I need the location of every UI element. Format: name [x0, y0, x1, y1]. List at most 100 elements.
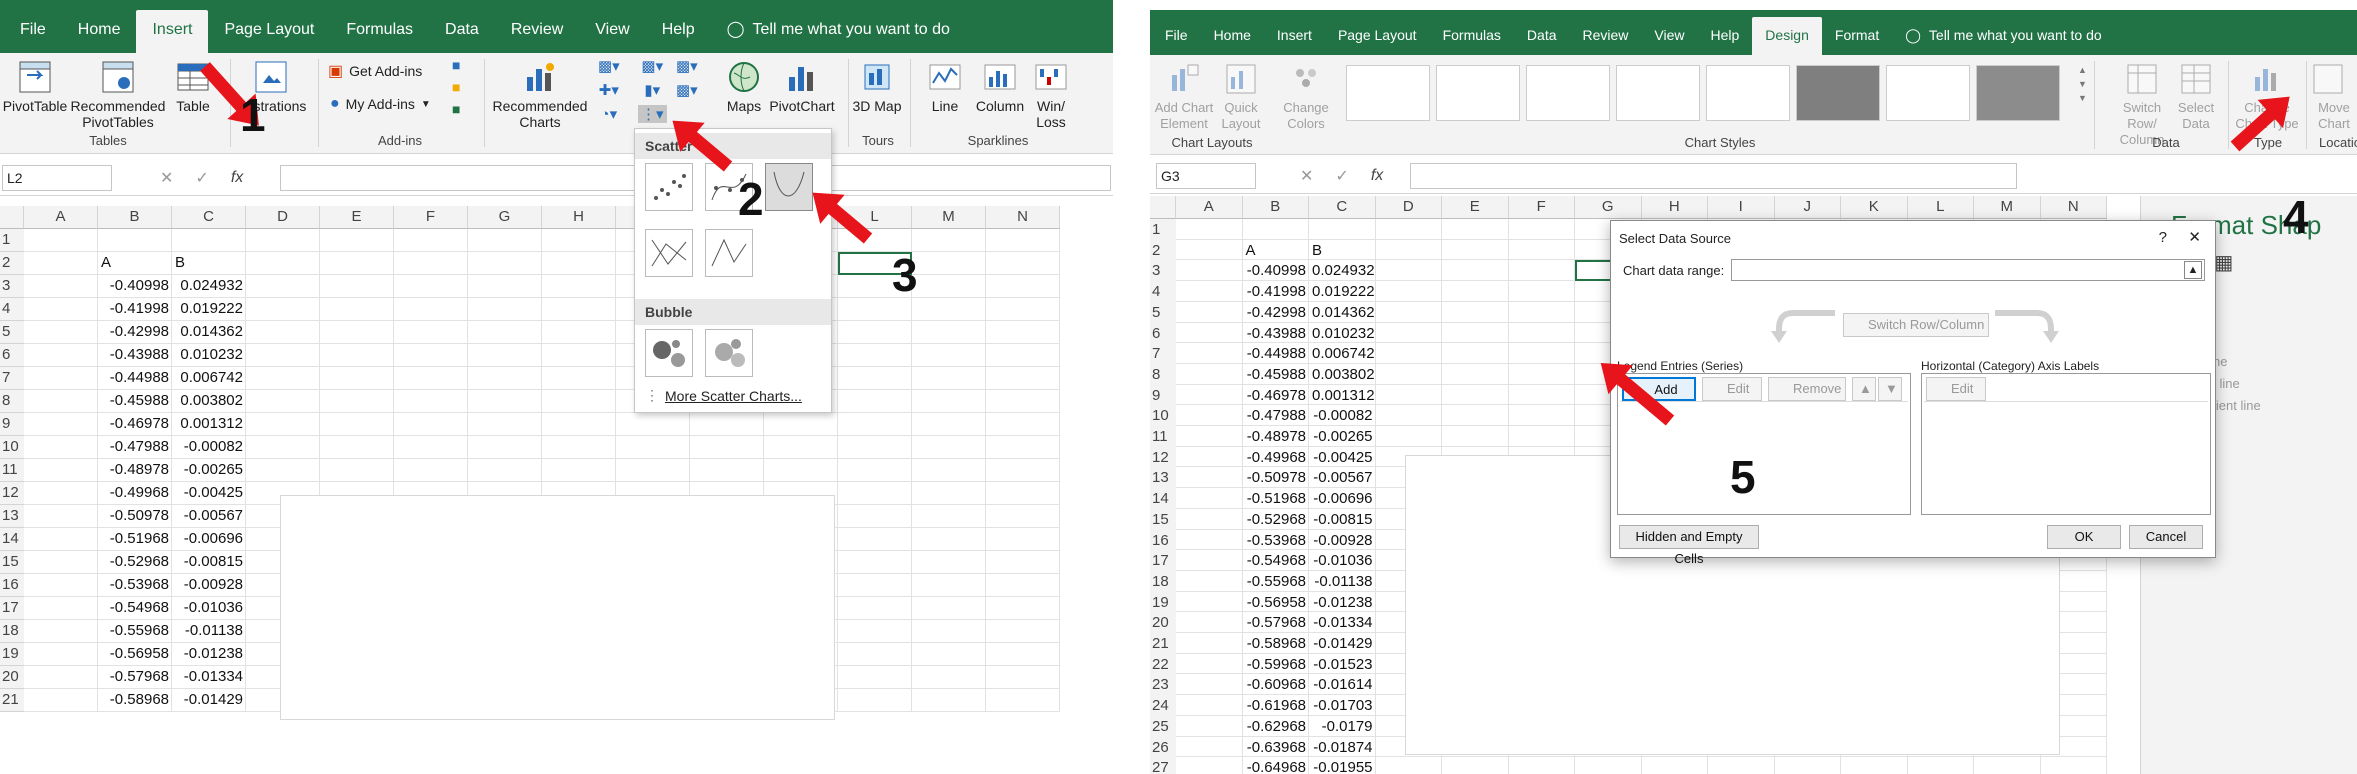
cell-value-a[interactable]: -0.40998	[98, 275, 172, 298]
column-header[interactable]: K	[1841, 196, 1908, 219]
cell-value-b[interactable]: 0.006742	[172, 367, 246, 390]
row-header[interactable]: 8	[0, 390, 24, 413]
tab-home[interactable]: Home	[62, 10, 137, 53]
tab-insert[interactable]: Insert	[1264, 17, 1325, 55]
cell-value-b[interactable]: -0.00265	[1309, 426, 1376, 449]
cell-value-a[interactable]: -0.54968	[1243, 550, 1310, 573]
row-header[interactable]: 20	[0, 666, 24, 689]
tab-help[interactable]: Help	[1698, 17, 1753, 55]
tab-view[interactable]: View	[579, 10, 645, 53]
row-header[interactable]: 7	[0, 367, 24, 390]
row-header[interactable]: 16	[0, 574, 24, 597]
chart-area[interactable]	[280, 495, 835, 720]
cell-value-b[interactable]: -0.01429	[172, 689, 246, 712]
ok-button[interactable]: OK	[2047, 525, 2121, 549]
row-header[interactable]: 15	[1150, 508, 1176, 532]
row-header[interactable]: 17	[0, 597, 24, 620]
row-header[interactable]: 6	[1150, 322, 1176, 346]
waterfall-chart-icon[interactable]: ▩▾	[676, 57, 698, 75]
column-header[interactable]: H	[1641, 196, 1708, 219]
chart-style-7[interactable]	[1886, 65, 1970, 121]
cell-value-b[interactable]: -0.00815	[172, 551, 246, 574]
cell-value-b[interactable]: -0.01703	[1309, 695, 1376, 718]
row-header[interactable]: 16	[1150, 529, 1176, 553]
tab-design[interactable]: Design	[1752, 17, 1822, 55]
statistic-chart-icon[interactable]: ▮▾	[644, 81, 660, 99]
cell-value-a[interactable]: -0.51968	[98, 528, 172, 551]
move-down-button[interactable]: ▼	[1878, 377, 1902, 401]
cell-value-a[interactable]: -0.54968	[98, 597, 172, 620]
cell-value-b[interactable]: 0.006742	[1309, 343, 1376, 366]
cell-value-a[interactable]: -0.42998	[1243, 302, 1310, 325]
cell-value-a[interactable]: -0.53968	[1243, 530, 1310, 553]
row-header[interactable]: 24	[1150, 695, 1176, 719]
cell-value-a[interactable]: -0.57968	[98, 666, 172, 689]
cell-value-a[interactable]: -0.45988	[1243, 364, 1310, 387]
hidden-empty-cells-button[interactable]: Hidden and Empty Cells	[1619, 525, 1759, 566]
pivottable-button[interactable]: PivotTable	[2, 59, 68, 114]
hierarchy-chart-icon[interactable]: ▩▾	[641, 57, 663, 75]
cell-value-b[interactable]: -0.01955	[1309, 757, 1376, 774]
tab-page-layout[interactable]: Page Layout	[208, 10, 330, 53]
cell-value-a[interactable]: -0.50978	[1243, 467, 1310, 490]
chart-style-5[interactable]	[1706, 65, 1790, 121]
cell-value-b[interactable]: 0.019222	[1309, 281, 1376, 304]
bing-icon[interactable]: ■	[452, 57, 460, 73]
scatter-chart-icon[interactable]: ⋮▾	[638, 105, 667, 123]
move-chart-button[interactable]: Move Chart	[2310, 61, 2357, 132]
change-colors-button[interactable]: Change Colors	[1276, 61, 1336, 132]
row-header[interactable]: 7	[1150, 343, 1176, 367]
cell-value-a[interactable]: -0.56958	[1243, 592, 1310, 615]
chart-style-8[interactable]	[1976, 65, 2060, 121]
cell-value-b[interactable]: -0.00425	[172, 482, 246, 505]
column-header[interactable]: N	[2040, 196, 2107, 219]
row-header[interactable]: 22	[1150, 653, 1176, 677]
row-header[interactable]: 2	[0, 252, 24, 275]
cell-header-b[interactable]: B	[1309, 240, 1325, 263]
cell-value-a[interactable]: -0.49968	[1243, 447, 1310, 470]
select-all-corner[interactable]	[1150, 196, 1176, 219]
tab-data[interactable]: Data	[1514, 17, 1570, 55]
row-header[interactable]: 5	[0, 321, 24, 344]
edit-axis-labels-button[interactable]: Edit	[1926, 377, 1986, 401]
cell-value-b[interactable]: 0.010232	[172, 344, 246, 367]
cell-value-a[interactable]: -0.63968	[1243, 737, 1310, 760]
add-chart-element-button[interactable]: Add Chart Element	[1152, 61, 1216, 132]
select-data-button[interactable]: Select Data	[2174, 61, 2218, 132]
row-header[interactable]: 11	[0, 459, 24, 482]
get-addins-button[interactable]: ▣ Get Add-ins	[328, 61, 422, 81]
column-header[interactable]: B	[1242, 196, 1309, 219]
cell-value-b[interactable]: -0.00928	[1309, 530, 1376, 553]
row-header[interactable]: 9	[1150, 384, 1176, 408]
cell-value-a[interactable]: -0.41998	[98, 298, 172, 321]
row-header[interactable]: 10	[0, 436, 24, 459]
cell-value-a[interactable]: -0.51968	[1243, 488, 1310, 511]
row-header[interactable]: 10	[1150, 405, 1176, 429]
cell-value-a[interactable]: -0.46978	[98, 413, 172, 436]
tab-format[interactable]: Format	[1822, 17, 1892, 55]
cell-value-a[interactable]: -0.50978	[98, 505, 172, 528]
line-chart-icon[interactable]: ✚▾	[599, 81, 619, 99]
column-header[interactable]: E	[320, 206, 394, 229]
cell-value-a[interactable]: -0.58968	[1243, 633, 1310, 656]
more-scatter-charts-link[interactable]: ⋮ More Scatter Charts...	[645, 387, 802, 404]
remove-series-button[interactable]: Remove	[1768, 377, 1846, 401]
row-header[interactable]: 18	[1150, 570, 1176, 594]
cell-value-b[interactable]: 0.010232	[1309, 323, 1376, 346]
cell-value-a[interactable]: -0.64968	[1243, 757, 1310, 774]
cell-header-a[interactable]: A	[98, 252, 114, 275]
cell-value-a[interactable]: -0.56958	[98, 643, 172, 666]
cell-value-a[interactable]: -0.46978	[1243, 385, 1310, 408]
cell-value-b[interactable]: -0.0179	[1309, 716, 1376, 739]
cell-value-b[interactable]: 0.019222	[172, 298, 246, 321]
cell-value-b[interactable]: 0.001312	[172, 413, 246, 436]
row-header[interactable]: 25	[1150, 715, 1176, 739]
my-addins-button[interactable]: ● My Add-ins ▼	[330, 95, 431, 113]
cell-value-a[interactable]: -0.43988	[98, 344, 172, 367]
chart-style-1[interactable]	[1346, 65, 1430, 121]
row-header[interactable]: 11	[1150, 426, 1176, 449]
cell-value-a[interactable]: -0.43988	[1243, 323, 1310, 346]
name-box[interactable]: L2	[2, 165, 112, 191]
cell-value-a[interactable]: -0.49968	[98, 482, 172, 505]
cell-value-b[interactable]: 0.024932	[172, 275, 246, 298]
